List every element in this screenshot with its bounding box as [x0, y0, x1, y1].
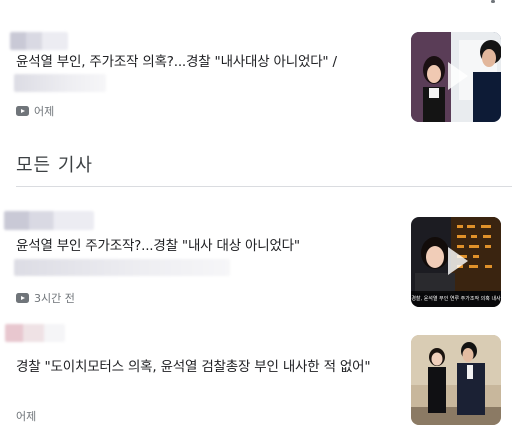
top-dot: [491, 0, 495, 3]
article-thumbnail[interactable]: [411, 32, 501, 122]
article-thumbnail[interactable]: 경찰, 윤석열 부인 연루 주가조작 의혹 내사: [411, 217, 501, 307]
play-icon: [448, 62, 468, 90]
article-time: 어제: [34, 105, 55, 118]
article-headline[interactable]: 경찰 "도이치모터스 의혹, 윤석열 검찰총장 부인 내사한 적 없어": [16, 357, 392, 377]
article-headline[interactable]: 윤석열 부인 주가조작?...경찰 "내사 대상 아니었다": [16, 236, 396, 256]
video-icon: [16, 106, 29, 116]
article-thumbnail[interactable]: [411, 335, 501, 425]
headline-continuation-blurred: [14, 259, 230, 276]
article-meta: 어제: [16, 103, 54, 119]
article-meta: 3시간 전: [16, 290, 75, 306]
article-time: 어제: [16, 410, 37, 423]
play-icon: [448, 247, 468, 275]
article-time: 3시간 전: [34, 292, 75, 305]
video-icon: [16, 293, 29, 303]
news-photo: [411, 335, 501, 425]
section-divider: [16, 186, 512, 187]
source-logo-blurred: [4, 211, 94, 230]
article-meta: 어제: [16, 408, 36, 424]
section-title: 모든 기사: [16, 155, 93, 176]
article-headline[interactable]: 윤석열 부인, 주가조작 의혹?...경찰 "내사대상 아니었다" /: [16, 52, 396, 72]
source-logo-blurred: [10, 32, 68, 50]
thumbnail-caption: 경찰, 윤석열 부인 연루 주가조작 의혹 내사: [411, 291, 501, 307]
source-logo-blurred: [5, 324, 65, 342]
headline-continuation-blurred: [14, 74, 106, 92]
